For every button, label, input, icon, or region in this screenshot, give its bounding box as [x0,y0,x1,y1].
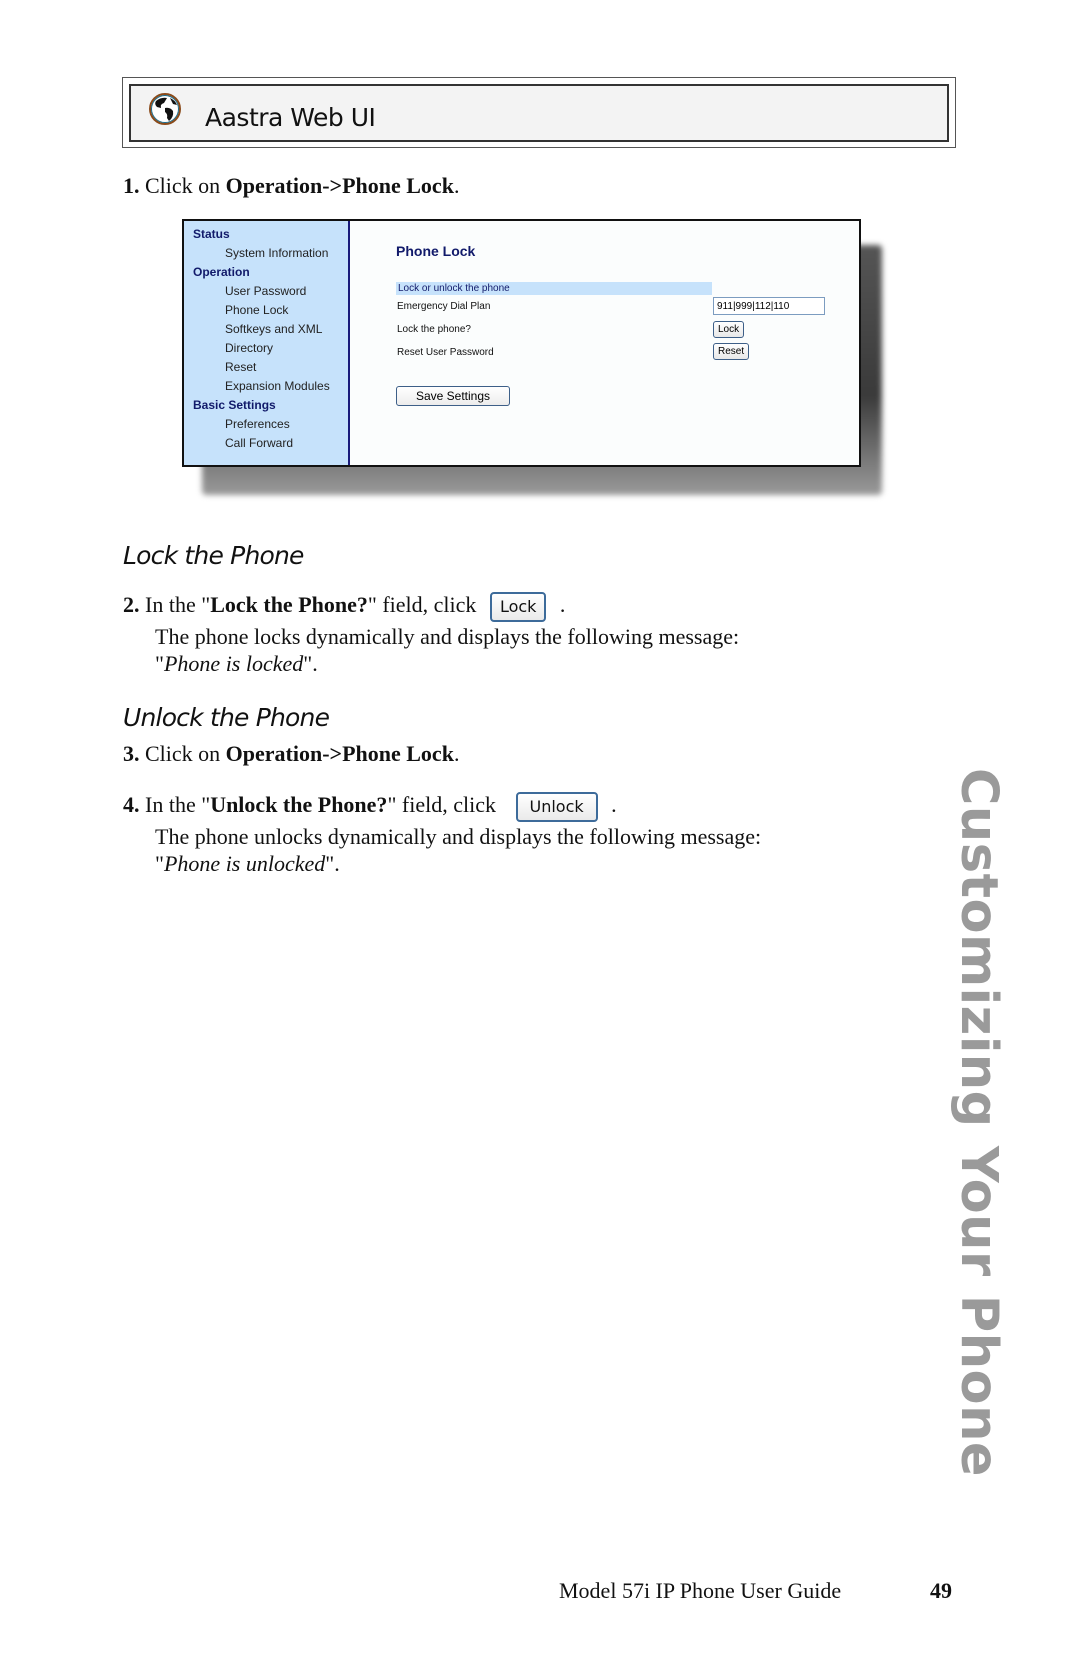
quote: " [155,651,164,676]
step-text: Click on [145,173,226,198]
dial-plan-label: Emergency Dial Plan [397,301,491,312]
web-ui-main: Phone Lock Lock or unlock the phone Emer… [350,221,859,465]
step-text: In the " [145,792,211,818]
step-2-description: The phone locks dynamically and displays… [155,624,740,649]
lock-phone-label: Lock the phone? [397,324,471,335]
menu-path: Operation->Phone Lock [225,741,454,766]
sidebar-item[interactable]: Preferences [184,415,348,434]
sidebar-section-header: Basic Settings [193,398,276,412]
step-4: 4. In the "Unlock the Phone?" field, cli… [123,792,617,822]
period: . [611,792,617,818]
step-number: 1. [123,173,140,198]
field-name: Lock the Phone? [210,592,368,618]
save-settings-button[interactable]: Save Settings [396,386,510,406]
step-number: 2. [123,592,140,618]
step-2: 2. In the "Lock the Phone?" field, click… [123,592,565,622]
step-2-message: "Phone is locked". [155,650,318,677]
menu-path: Operation->Phone Lock [225,173,454,198]
step-4-message: "Phone is unlocked". [155,850,340,877]
globe-icon [149,93,181,125]
step-text-end: . [453,173,460,198]
reset-button[interactable]: Reset [713,343,750,360]
step-text: In the " [145,592,211,618]
sidebar-item[interactable]: Reset [184,358,348,377]
status-message: Phone is unlocked [163,851,326,876]
section-title-unlock: Unlock the Phone [123,703,330,732]
sidebar-item[interactable]: Softkeys and XML [184,320,348,339]
sidebar-item[interactable]: User Password [184,282,348,301]
page-number: 49 [930,1578,952,1603]
web-ui-screenshot: Status System Information Operation User Pa… [182,219,861,467]
quote: ". [325,851,340,876]
field-name: Unlock the Phone? [210,792,388,818]
web-ui-sidebar: Status System Information Operation User Pa… [184,221,350,465]
sidebar-section-header: Status [193,227,230,241]
step-text: Click on [145,741,226,766]
quote: " [155,851,164,876]
sidebar-item[interactable]: Expansion Modules [184,377,348,396]
step-number: 3. [123,741,140,766]
lock-button-image: Lock [489,592,547,622]
footer-guide-title: Model 57i IP Phone User Guide [559,1578,842,1603]
chapter-side-tab: Customizing Your Phone [949,768,1008,1477]
status-message: Phone is locked [163,651,304,676]
step-text-end: " field, click [367,592,477,618]
section-title-lock: Lock the Phone [123,541,304,570]
sidebar-item[interactable]: Phone Lock [184,301,348,320]
period: . [559,592,566,618]
section-header: Lock or unlock the phone [396,282,712,295]
step-text-end: . [453,741,460,766]
lock-button[interactable]: Lock [713,321,745,338]
step-number: 4. [123,792,140,818]
banner-title: Aastra Web UI [205,103,376,132]
step-1: 1. Click on Operation->Phone Lock. [123,173,459,199]
sidebar-item[interactable]: Call Forward [184,434,348,453]
quote: ". [303,651,318,676]
sidebar-item[interactable]: System Information [184,244,348,263]
step-text-end: " field, click [387,792,496,818]
sidebar-item[interactable]: Directory [184,339,348,358]
sidebar-section-header: Operation [193,265,250,279]
reset-password-label: Reset User Password [397,347,494,358]
page-title: Phone Lock [396,243,476,259]
unlock-button-image: Unlock [515,792,598,822]
emergency-dial-plan-input[interactable] [713,297,825,315]
step-4-description: The phone unlocks dynamically and displa… [155,824,762,849]
step-3: 3. Click on Operation->Phone Lock. [123,741,459,767]
